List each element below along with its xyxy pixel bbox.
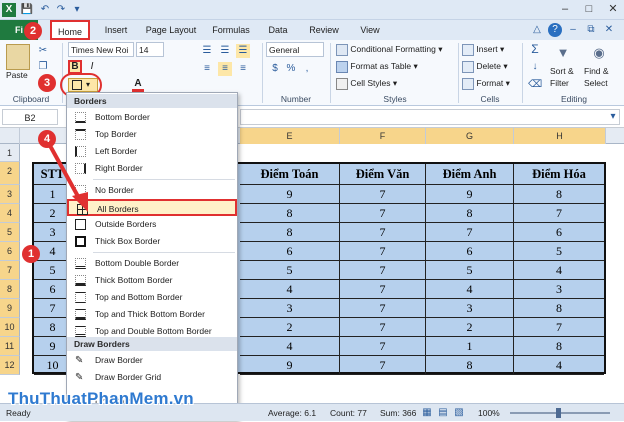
zoom-slider-handle[interactable]: [556, 408, 561, 418]
page-break-view-icon[interactable]: ▧: [452, 406, 466, 420]
status-average: Average: 6.1: [268, 408, 317, 418]
callout-badge-3: 3: [38, 74, 56, 92]
zoom-slider[interactable]: [510, 408, 610, 418]
callout-badge-1: 1: [22, 245, 40, 263]
watermark-logo: ThuThuatPhanMem.vn: [8, 389, 194, 408]
status-count: Count: 77: [330, 408, 367, 418]
callout-badge-4: 4: [38, 130, 56, 148]
normal-view-icon[interactable]: ▦: [420, 406, 434, 420]
page-layout-view-icon[interactable]: ▤: [436, 406, 450, 420]
status-sum: Sum: 366: [380, 408, 417, 418]
zoom-level[interactable]: 100%: [478, 404, 500, 422]
instruction-arrow: [46, 141, 88, 212]
callout-badge-2: 2: [24, 22, 42, 40]
